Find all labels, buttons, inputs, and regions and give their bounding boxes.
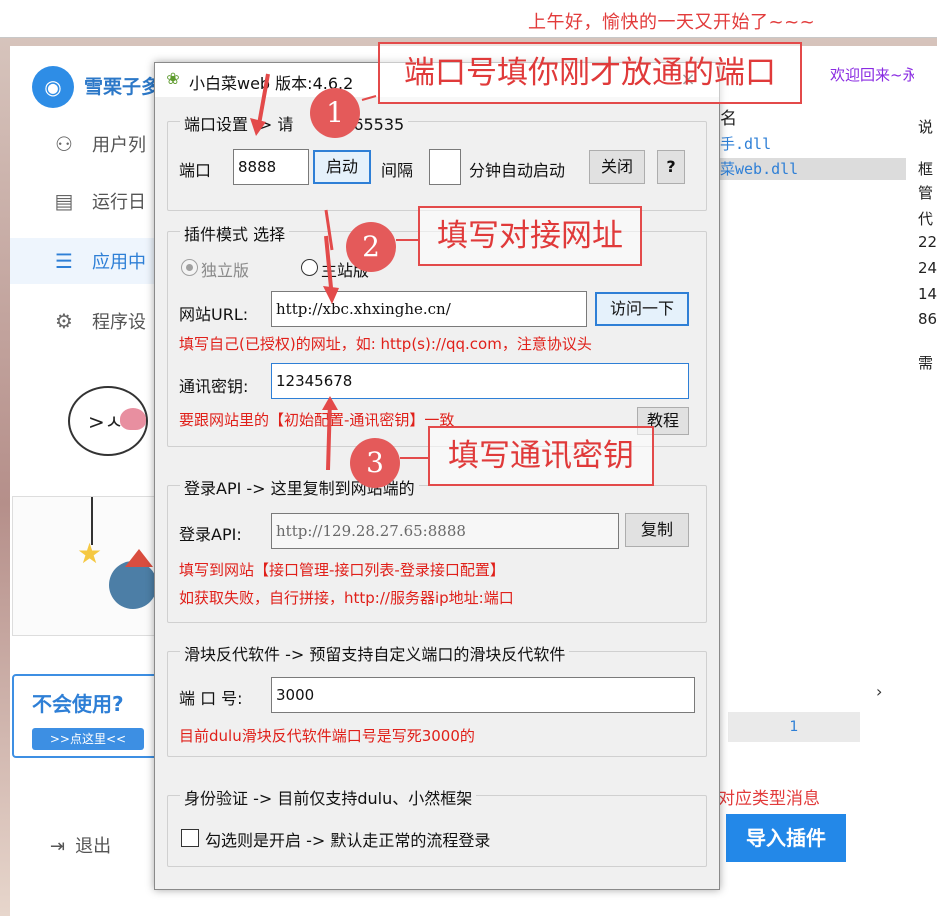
panel-text: 框 [918, 160, 934, 178]
key-label: 通讯密钥: [179, 377, 249, 396]
copy-button[interactable]: 复制 [625, 513, 689, 547]
auto-start-label: 分钟自动启动 [469, 161, 566, 180]
brand-name: 雪栗子多 [84, 76, 156, 98]
sticker-image: >ㅅ< [68, 386, 148, 456]
site-mode-radio[interactable] [301, 259, 318, 276]
cat-icon [109, 561, 157, 609]
slider-port-input[interactable]: 3000 [271, 677, 695, 713]
port-label: 端口 [179, 161, 212, 180]
cat-sticker-image: ★ [12, 496, 160, 636]
panel-text: 86 [918, 310, 937, 328]
port-input[interactable]: 8888 [233, 149, 309, 185]
page-number[interactable]: 1 [728, 712, 860, 742]
app-logo-icon: ◉ [32, 66, 74, 108]
visit-button[interactable]: 访问一下 [595, 292, 689, 326]
sidebar-item-label: 应用中 [92, 252, 146, 273]
step-1-badge: 1 [310, 88, 360, 138]
right-info-panel: 说 框 管 代 22 24 14 86 需 [914, 46, 937, 916]
background-sidebar: ◉ 雪栗子多 ⚇ 用户列 ▤ 运行日 ☰ 应用中 ⚙ 程序设 >ㅅ< ★ 不会使… [10, 46, 160, 916]
group-title: 端口设置 -> 请：1-65535 [180, 111, 409, 135]
document-icon: ▤ [54, 189, 74, 213]
plugin-list-item[interactable]: 手.dll [720, 133, 906, 155]
panel-text: 代 [918, 210, 934, 228]
logout-button[interactable]: ⇥ 退出 [50, 832, 111, 858]
greeting-text: 上午好，愉快的一天又开始了~~~ [528, 12, 816, 33]
callout-url: 填写对接网址 [418, 206, 642, 266]
logout-label: 退出 [75, 836, 112, 857]
key-hint: 要跟网站里的【初始配置-通讯密钥】一致 [179, 411, 455, 429]
top-banner: 上午好，愉快的一天又开始了~~~ [0, 0, 937, 38]
panel-text: 14 [918, 285, 937, 303]
standalone-radio[interactable] [181, 259, 198, 276]
list-icon: ☰ [55, 249, 73, 273]
step-2-badge: 2 [346, 222, 396, 272]
step-3-badge: 3 [350, 438, 400, 488]
slider-hint: 目前dulu滑块反代软件端口号是写死3000的 [179, 727, 475, 745]
panel-text: 22 [918, 233, 937, 251]
import-plugin-button[interactable]: 导入插件 [726, 814, 846, 862]
type-message-hint: 对应类型消息 [718, 789, 820, 809]
panel-text: 管 [918, 184, 934, 202]
sidebar-item-apps[interactable]: ☰ 应用中 [10, 238, 160, 284]
sidebar-item-label: 程序设 [92, 312, 146, 333]
panel-text: 需 [918, 354, 934, 372]
slider-group-title: 滑块反代软件 -> 预留支持自定义端口的滑块反代软件 [180, 641, 570, 665]
auth-checkbox[interactable] [181, 829, 199, 847]
sidebar-item-logs[interactable]: ▤ 运行日 [10, 178, 160, 224]
sidebar-item-users[interactable]: ⚇ 用户列 [10, 121, 160, 167]
help-button[interactable]: >>点这里<< [32, 728, 144, 750]
gear-icon: ⚙ [55, 309, 73, 333]
sidebar-item-label: 运行日 [92, 192, 146, 213]
scroll-right-arrow-icon[interactable]: › [876, 682, 882, 701]
url-input[interactable]: http://xbc.xhxinghe.cn/ [271, 291, 587, 327]
interval-input[interactable] [429, 149, 461, 185]
logout-icon: ⇥ [50, 836, 66, 857]
panel-text: 24 [918, 259, 937, 277]
star-icon: ★ [77, 537, 103, 570]
cabbage-app-icon: ❀ [166, 69, 180, 88]
close-server-button[interactable]: 关闭 [589, 150, 645, 184]
user-icon: ⚇ [55, 132, 73, 156]
plugin-mode-title: 插件模式 选择 [180, 221, 290, 245]
callout-key: 填写通讯密钥 [428, 426, 654, 486]
api-label: 登录API: [179, 525, 242, 544]
api-input[interactable]: http://129.28.27.65:8888 [271, 513, 619, 549]
help-title: 不会使用? [32, 692, 124, 716]
help-button[interactable]: ? [657, 150, 685, 184]
panel-text: 说 [918, 118, 934, 136]
slider-port-label: 端 口 号: [179, 689, 243, 708]
callout-port: 端口号填你刚才放通的端口 [378, 42, 802, 104]
heart-icon [120, 408, 146, 430]
sidebar-item-settings[interactable]: ⚙ 程序设 [10, 298, 160, 344]
hat-icon [125, 549, 153, 567]
sidebar-item-label: 用户列 [92, 135, 146, 156]
auth-checkbox-label: 勾选则是开启 -> 默认走正常的流程登录 [205, 831, 491, 850]
plugin-list-header: 名 [720, 109, 737, 129]
help-card[interactable]: 不会使用? >>点这里<< [12, 674, 160, 758]
key-input[interactable]: 12345678 [271, 363, 689, 399]
url-hint: 填写自己(已授权)的网址，如: http(s)://qq.com，注意协议头 [179, 335, 592, 353]
auth-group-title: 身份验证 -> 目前仅支持dulu、小然框架 [180, 785, 477, 809]
api-hint-2: 如获取失败，自行拼接，http://服务器ip地址:端口 [179, 589, 514, 607]
plugin-list-item[interactable]: 菜web.dll [720, 158, 906, 180]
port-group-title: 端口设置 -> 请 [184, 115, 294, 134]
start-button[interactable]: 启动 [313, 150, 371, 184]
standalone-label: 独立版 [201, 261, 250, 280]
interval-label: 间隔 [381, 161, 414, 180]
api-hint-1: 填写到网站【接口管理-接口列表-登录接口配置】 [179, 561, 505, 579]
url-label: 网站URL: [179, 305, 249, 324]
